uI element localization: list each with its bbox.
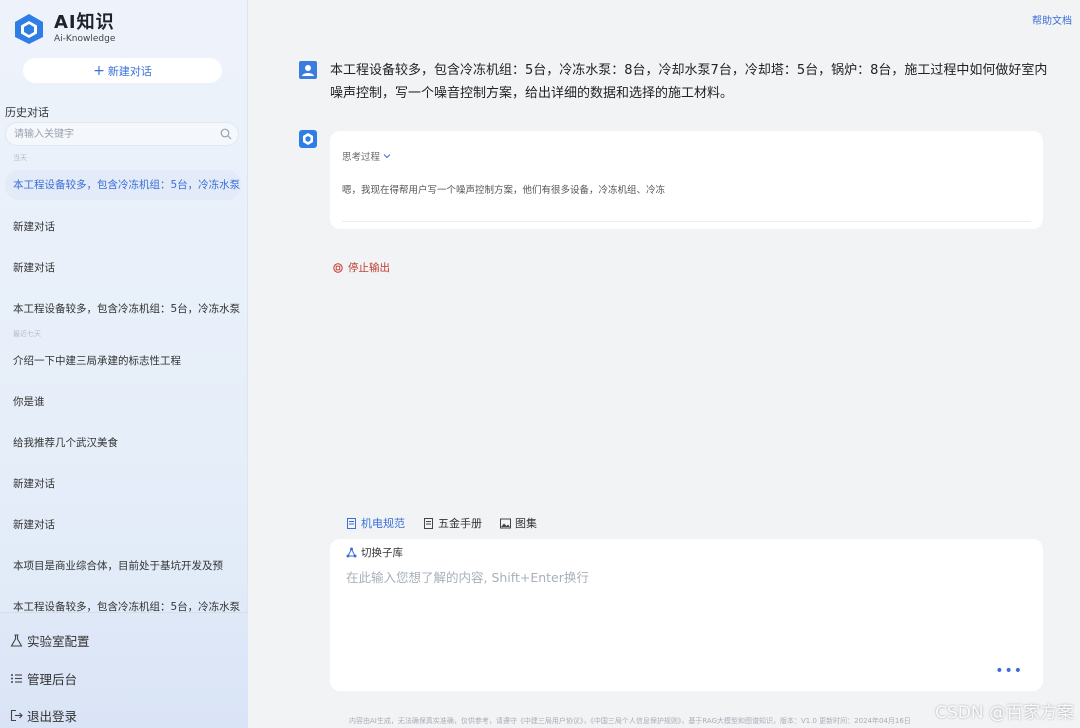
chat-composer: 切换子库 ••• <box>330 539 1043 691</box>
switch-library-button[interactable]: 切换子库 <box>346 545 403 560</box>
history-item[interactable]: 你是谁 <box>5 388 241 416</box>
tab-atlas[interactable]: 图集 <box>500 515 537 531</box>
group-label-today: 当天 <box>13 154 27 162</box>
menu-lab-label: 实验室配置 <box>27 634 90 649</box>
user-icon <box>302 65 314 76</box>
image-icon <box>500 518 511 528</box>
answer-card: 思考过程 嗯，我现在得帮用户写一个噪声控制方案，他们有很多设备，冷冻机组、冷冻 <box>330 131 1043 229</box>
knowledge-base-tabs: 机电规范 五金手册 图集 <box>346 515 555 531</box>
chevron-down-icon <box>383 154 391 159</box>
tab-hardware-manual[interactable]: 五金手册 <box>423 515 482 531</box>
history-title: 历史对话 <box>5 106 49 119</box>
flask-icon <box>10 634 23 647</box>
tab-label: 机电规范 <box>361 517 405 530</box>
history-item[interactable]: 本工程设备较多，包含冷冻机组：5台，冷冻水泵：8台 <box>5 170 241 200</box>
disclaimer: 内容由AI生成，无法确保真实准确，仅供参考，请遵守《中建三局用户协议》，《中国三… <box>349 717 911 725</box>
list-icon <box>11 674 22 683</box>
divider <box>342 221 1031 222</box>
menu-logout-label: 退出登录 <box>27 709 78 724</box>
history-item[interactable]: 新建对话 <box>5 213 241 241</box>
history-item[interactable]: 本项目是商业综合体，目前处于基坑开发及预 <box>5 552 241 580</box>
user-avatar <box>299 61 317 79</box>
group-label-last7: 最近七天 <box>13 330 41 338</box>
new-chat-label: 新建对话 <box>107 64 152 78</box>
document-icon <box>424 517 433 529</box>
history-item[interactable]: 新建对话 <box>5 470 241 498</box>
menu-admin-label: 管理后台 <box>27 672 78 687</box>
app-subtitle: Ai-Knowledge <box>54 34 116 44</box>
menu-lab-config[interactable]: 实验室配置 <box>10 631 90 650</box>
think-toggle[interactable]: 思考过程 <box>342 149 391 163</box>
history-search <box>5 122 239 146</box>
history-item[interactable]: 本工程设备较多，包含冷冻机组：5台，冷冻水泵：8台 <box>5 295 241 323</box>
help-docs-link[interactable]: 帮助文档 <box>1032 12 1072 27</box>
history-item[interactable]: 新建对话 <box>5 511 241 539</box>
menu-logout[interactable]: 退出登录 <box>10 706 77 725</box>
history-item[interactable]: 介绍一下中建三局承建的标志性工程 <box>5 347 241 375</box>
switch-library-label: 切换子库 <box>361 547 403 559</box>
message-input[interactable] <box>346 567 1026 657</box>
sidebar-bottom-menu: 实验室配置 管理后台 退出登录 <box>0 612 248 728</box>
think-label: 思考过程 <box>342 152 381 163</box>
history-item[interactable]: 新建对话 <box>5 254 241 282</box>
search-input[interactable] <box>14 127 214 142</box>
app-logo[interactable]: AI知识 Ai-Knowledge <box>12 12 115 46</box>
send-more-icon[interactable]: ••• <box>995 663 1023 679</box>
plus-icon: + <box>93 62 105 79</box>
app-title: AI知识 <box>54 12 115 33</box>
user-question: 本工程设备较多，包含冷冻机组：5台，冷冻水泵：8台，冷却水泵7台，冷却塔：5台，… <box>330 63 1048 101</box>
menu-admin[interactable]: 管理后台 <box>10 669 77 688</box>
tab-label: 图集 <box>515 517 537 530</box>
tab-mep-spec[interactable]: 机电规范 <box>346 515 405 531</box>
stop-output-button[interactable]: 停止输出 <box>333 260 390 275</box>
search-icon[interactable] <box>220 128 232 140</box>
document-icon <box>347 517 356 529</box>
bot-avatar-icon <box>299 130 317 148</box>
stop-output-label: 停止输出 <box>348 262 390 274</box>
logout-icon <box>10 709 23 722</box>
watermark: CSDN @百家方案 <box>935 703 1074 723</box>
cube-logo-icon <box>15 14 43 44</box>
share-icon <box>346 547 357 558</box>
history-item[interactable]: 给我推荐几个武汉美食 <box>5 429 241 457</box>
stop-icon <box>333 262 343 273</box>
tab-label: 五金手册 <box>438 517 482 530</box>
new-chat-button[interactable]: + 新建对话 <box>23 58 222 83</box>
think-content: 嗯，我现在得帮用户写一个噪声控制方案，他们有很多设备，冷冻机组、冷冻 <box>342 185 666 196</box>
sidebar: AI知识 Ai-Knowledge + 新建对话 历史对话 当天 本工程设备较多… <box>0 0 248 728</box>
